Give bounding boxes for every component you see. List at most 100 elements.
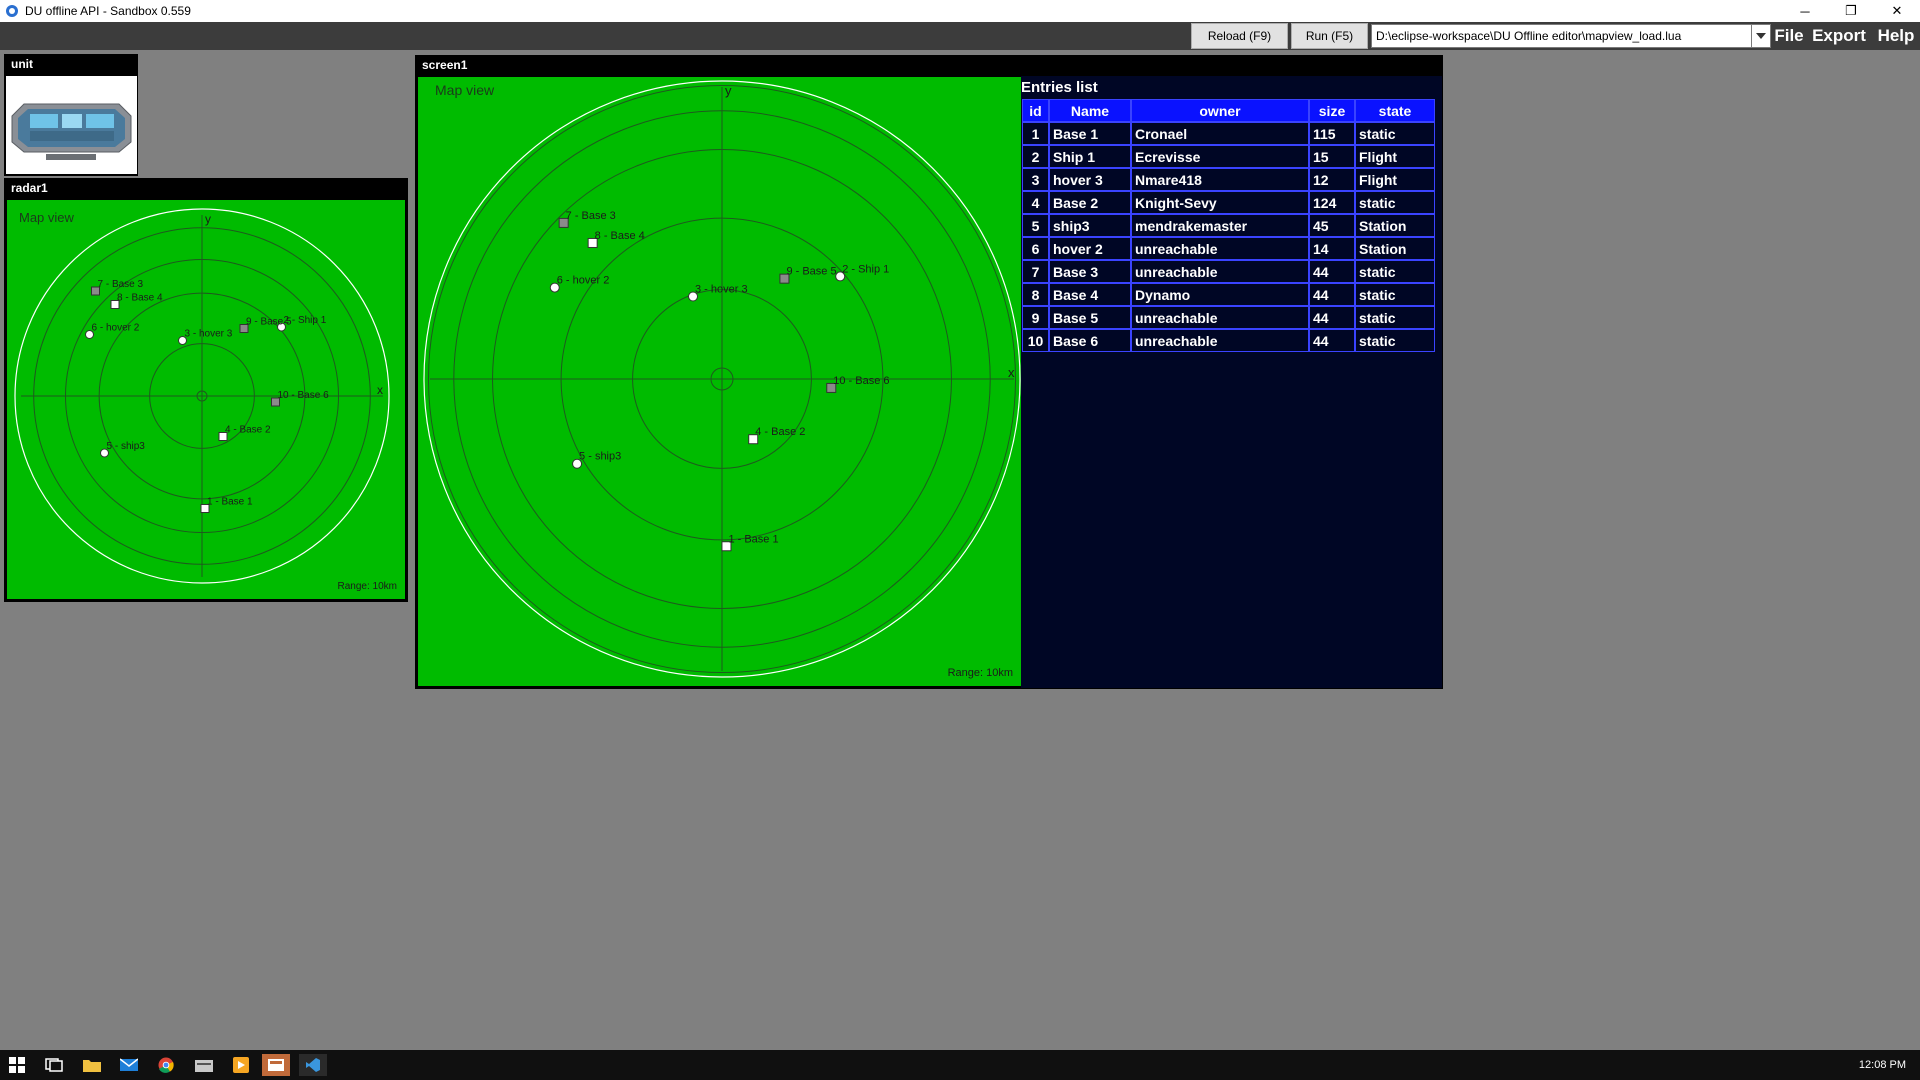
unit-panel-title: unit xyxy=(11,57,33,71)
cell-state: static xyxy=(1355,283,1435,306)
marker-label: 8 - Base 4 xyxy=(117,293,163,304)
table-row[interactable]: 2 Ship 1 Ecrevisse 15 Flight xyxy=(1022,145,1435,168)
marker-label: 8 - Base 4 xyxy=(595,230,645,242)
taskbar-clock: 12:08 PM xyxy=(1858,1059,1906,1071)
table-row[interactable]: 8 Base 4 Dynamo 44 static xyxy=(1022,283,1435,306)
cell-size: 44 xyxy=(1309,306,1355,329)
cell-owner: Cronael xyxy=(1131,122,1309,145)
menu-help[interactable]: Help xyxy=(1874,22,1918,50)
cell-id: 1 xyxy=(1022,122,1049,145)
marker-label: 7 - Base 3 xyxy=(566,210,616,222)
entries-panel: Entries list id Name owner size state 1 Base … xyxy=(1021,76,1442,688)
cell-name: Base 5 xyxy=(1049,306,1131,329)
cell-state: static xyxy=(1355,122,1435,145)
cell-owner: unreachable xyxy=(1131,306,1309,329)
table-row[interactable]: 5 ship3 mendrakemaster 45 Station xyxy=(1022,214,1435,237)
cell-owner: Nmare418 xyxy=(1131,168,1309,191)
table-row[interactable]: 1 Base 1 Cronael 115 static xyxy=(1022,122,1435,145)
cell-id: 3 xyxy=(1022,168,1049,191)
cell-owner: Dynamo xyxy=(1131,283,1309,306)
cell-owner: mendrakemaster xyxy=(1131,214,1309,237)
cell-name: Base 1 xyxy=(1049,122,1131,145)
cell-id: 4 xyxy=(1022,191,1049,214)
cell-name: Base 4 xyxy=(1049,283,1131,306)
restore-button[interactable]: ❐ xyxy=(1828,0,1874,22)
range-label: Range: 10km xyxy=(338,581,397,592)
marker-label: 10 - Base 6 xyxy=(833,375,889,387)
script-path-combobox[interactable]: D:\eclipse-workspace\DU Offline editor\m… xyxy=(1371,24,1755,48)
cell-owner: unreachable xyxy=(1131,260,1309,283)
cell-id: 8 xyxy=(1022,283,1049,306)
table-row[interactable]: 10 Base 6 unreachable 44 static xyxy=(1022,329,1435,352)
marker-label: 1 - Base 1 xyxy=(207,497,253,508)
cell-id: 7 xyxy=(1022,260,1049,283)
cell-state: Station xyxy=(1355,214,1435,237)
cell-id: 2 xyxy=(1022,145,1049,168)
column-header-name[interactable]: Name xyxy=(1049,99,1131,122)
title-bar: DU offline API - Sandbox 0.559 ─ ❐ ✕ xyxy=(0,0,1920,22)
x-axis-label: x xyxy=(377,383,383,397)
cell-owner: unreachable xyxy=(1131,329,1309,352)
cell-id: 5 xyxy=(1022,214,1049,237)
screen1-map-view[interactable]: x y Map view Range: 10km 1 - Base 1 2 - Ship … xyxy=(418,77,1021,686)
cell-state: Flight xyxy=(1355,168,1435,191)
map-view-title: Map view xyxy=(19,210,75,225)
marker-label: 9 - Base 5 xyxy=(786,266,836,278)
table-row[interactable]: 7 Base 3 unreachable 44 static xyxy=(1022,260,1435,283)
marker-label: 7 - Base 3 xyxy=(98,279,144,290)
radar1-panel-title: radar1 xyxy=(11,181,48,195)
map-view-title: Map view xyxy=(435,82,495,98)
file-explorer-icon[interactable] xyxy=(78,1054,106,1076)
marker-label: 4 - Base 2 xyxy=(755,426,805,438)
table-row[interactable]: 6 hover 2 unreachable 14 Station xyxy=(1022,237,1435,260)
column-header-size[interactable]: size xyxy=(1309,99,1355,122)
marker-label: 10 - Base 6 xyxy=(278,390,330,401)
reload-button[interactable]: Reload (F9) xyxy=(1191,23,1288,49)
column-header-id[interactable]: id xyxy=(1022,99,1049,122)
table-row[interactable]: 4 Base 2 Knight-Sevy 124 static xyxy=(1022,191,1435,214)
marker-label: 4 - Base 2 xyxy=(225,425,271,436)
mail-icon[interactable] xyxy=(115,1054,143,1076)
marker-label: 3 - hover 3 xyxy=(185,329,233,340)
menu-export[interactable]: Export xyxy=(1810,22,1868,50)
cell-size: 45 xyxy=(1309,214,1355,237)
y-axis-label: y xyxy=(725,83,732,98)
cell-id: 9 xyxy=(1022,306,1049,329)
folder-icon[interactable] xyxy=(190,1054,218,1076)
task-view-icon[interactable] xyxy=(40,1054,68,1076)
cell-name: Base 3 xyxy=(1049,260,1131,283)
cell-name: Ship 1 xyxy=(1049,145,1131,168)
app-icon[interactable] xyxy=(262,1054,290,1076)
cell-owner: Ecrevisse xyxy=(1131,145,1309,168)
cell-state: static xyxy=(1355,260,1435,283)
cell-size: 124 xyxy=(1309,191,1355,214)
column-header-state[interactable]: state xyxy=(1355,99,1435,122)
chrome-icon[interactable] xyxy=(152,1054,180,1076)
cell-size: 44 xyxy=(1309,283,1355,306)
cell-state: static xyxy=(1355,306,1435,329)
x-axis-label: x xyxy=(1008,365,1015,380)
cell-size: 44 xyxy=(1309,260,1355,283)
chevron-down-icon[interactable] xyxy=(1751,24,1771,48)
close-button[interactable]: ✕ xyxy=(1874,0,1920,22)
cell-size: 15 xyxy=(1309,145,1355,168)
run-button[interactable]: Run (F5) xyxy=(1291,23,1368,49)
marker-label: 5 - ship3 xyxy=(107,441,146,452)
marker-label: 6 - hover 2 xyxy=(92,323,140,334)
media-player-icon[interactable] xyxy=(227,1054,255,1076)
cell-size: 14 xyxy=(1309,237,1355,260)
table-row[interactable]: 9 Base 5 unreachable 44 static xyxy=(1022,306,1435,329)
menu-file[interactable]: File xyxy=(1773,22,1805,50)
column-header-owner[interactable]: owner xyxy=(1131,99,1309,122)
radar-svg: x y Map view Range: 10km 1 - Base 1 2 - Ship … xyxy=(423,80,1021,679)
radar1-map-view[interactable]: x y Map view Range: 10km 1 - Base 12 - Ship … xyxy=(7,200,405,599)
vscode-icon[interactable] xyxy=(299,1054,327,1076)
cell-state: Flight xyxy=(1355,145,1435,168)
minimize-button[interactable]: ─ xyxy=(1782,0,1828,22)
windows-start-icon[interactable] xyxy=(3,1054,31,1076)
marker-label: 3 - hover 3 xyxy=(695,283,748,295)
taskbar: 12:08 PM xyxy=(0,1050,1920,1080)
table-row[interactable]: 3 hover 3 Nmare418 12 Flight xyxy=(1022,168,1435,191)
cell-id: 10 xyxy=(1022,329,1049,352)
marker-label: 1 - Base 1 xyxy=(728,533,778,545)
